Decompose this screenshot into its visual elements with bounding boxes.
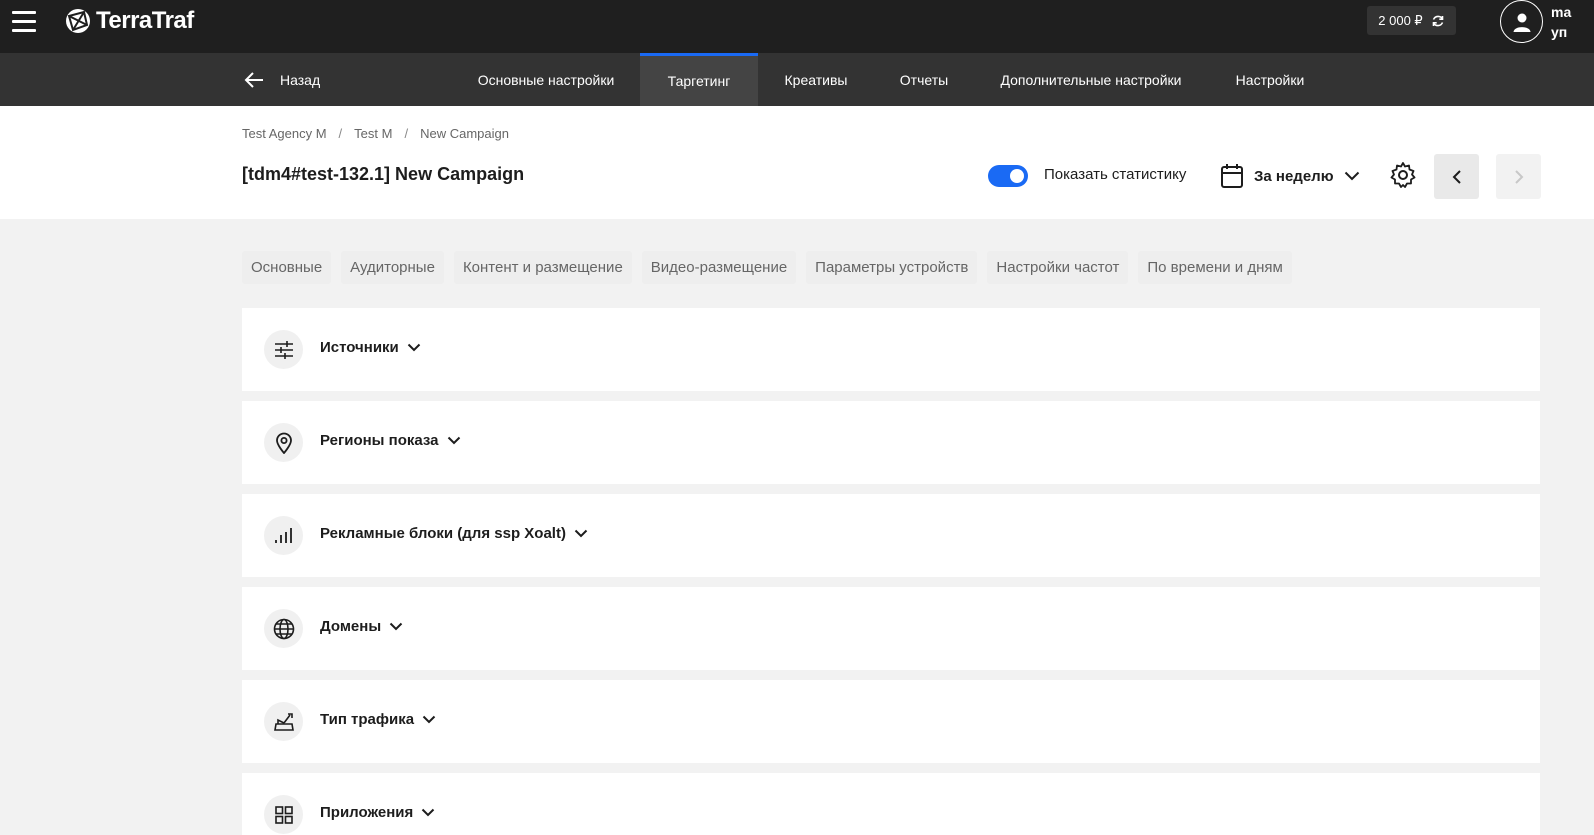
subtab-content-placement[interactable]: Контент и размещение [453,251,632,284]
map-pin-icon [264,423,303,462]
show-stats-label: Показать статистику [1044,166,1187,183]
section-apps[interactable]: Приложения [242,773,1540,835]
subtab-audience[interactable]: Аудиторные [341,251,444,284]
chevron-down-icon [389,622,403,631]
logo-text: TerraTraf [96,7,194,34]
section-traffic-type[interactable]: Тип трафика [242,680,1540,763]
tab-label: Дополнительные настройки [1000,71,1182,88]
subtab-device-params[interactable]: Параметры устройств [806,251,978,284]
chevron-down-icon [447,436,460,445]
back-button[interactable]: Назад [244,53,320,106]
section-title: Тип трафика [320,711,436,728]
menu-icon[interactable] [12,11,36,33]
targeting-subtabs: Основные Аудиторные Контент и размещение… [242,251,1292,284]
arrow-left-icon [244,71,263,88]
tab-creatives[interactable]: Креативы [776,53,856,106]
breadcrumb-item[interactable]: Test M [354,126,392,141]
logo[interactable]: TerraTraf [64,7,194,35]
tab-settings[interactable]: Настройки [1226,53,1314,106]
subtab-basic[interactable]: Основные [242,251,332,284]
user-name[interactable]: ma уп [1551,2,1571,42]
globe-icon [264,609,303,648]
chevron-down-icon [422,808,435,817]
section-title-text: Рекламные блоки (для ssp Xoalt) [320,525,566,542]
section-title-text: Тип трафика [320,711,415,728]
toggle-knob [1010,169,1024,183]
section-title-text: Домены [320,618,382,635]
top-bar: TerraTraf 2 000 ₽ ma уп [0,0,1594,53]
chevron-down-icon [407,343,420,352]
period-select[interactable]: За неделю [1220,161,1360,191]
campaign-header: Test Agency M / Test M / New Campaign [t… [0,106,1594,219]
section-title: Рекламные блоки (для ssp Xoalt) [320,525,588,542]
balance-value: 2 000 ₽ [1378,12,1423,28]
section-title: Домены [320,618,403,635]
tab-label: Креативы [784,71,848,88]
period-label: За неделю [1254,167,1334,185]
tab-label: Настройки [1235,71,1305,88]
grid-icon [264,795,303,834]
user-icon [1513,13,1530,32]
breadcrumb-separator: / [404,126,409,141]
bar-chart-icon [264,516,303,555]
traffic-icon [264,702,303,741]
next-button[interactable] [1496,154,1541,199]
section-title: Источники [320,339,421,356]
chevron-down-icon [422,715,436,724]
tab-main-settings[interactable]: Основные настройки [470,53,622,106]
chevron-left-icon [1452,169,1461,184]
show-stats-toggle[interactable] [988,165,1028,187]
subtab-video-placement[interactable]: Видео-размещение [641,251,797,284]
refresh-icon[interactable] [1431,14,1445,28]
tab-label: Таргетинг [667,73,731,89]
back-label: Назад [280,71,321,88]
chevron-down-icon [1344,171,1359,181]
section-domains[interactable]: Домены [242,587,1540,670]
section-title: Приложения [320,804,435,821]
tab-label: Отчеты [899,71,949,88]
user-name-line1: ma [1551,4,1572,20]
prev-button[interactable] [1434,154,1479,199]
section-sources[interactable]: Источники [242,308,1540,391]
sliders-icon [264,330,303,369]
section-title-text: Регионы показа [320,432,439,449]
breadcrumb-separator: / [338,126,343,141]
breadcrumb-item: New Campaign [420,126,509,141]
calendar-icon [1221,164,1243,188]
breadcrumb: Test Agency M / Test M / New Campaign [242,126,509,141]
page-title: [tdm4#test-132.1] New Campaign [242,164,525,184]
tab-label: Основные настройки [477,71,615,88]
balance-widget[interactable]: 2 000 ₽ [1367,6,1456,35]
gear-icon[interactable] [1389,161,1417,189]
globe-logo-icon [66,9,90,33]
user-name-line2: уп [1551,24,1568,40]
breadcrumb-item[interactable]: Test Agency M [242,126,327,141]
subtab-frequency[interactable]: Настройки частот [987,251,1129,284]
section-regions[interactable]: Регионы показа [242,401,1540,484]
avatar[interactable] [1500,0,1543,43]
section-title-text: Приложения [320,804,414,821]
chevron-down-icon [574,529,588,538]
section-title: Регионы показа [320,432,461,449]
subtab-time-days[interactable]: По времени и дням [1138,251,1292,284]
tab-targeting[interactable]: Таргетинг [640,53,758,106]
tab-additional-settings[interactable]: Дополнительные настройки [993,53,1189,106]
section-title-text: Источники [320,339,399,356]
campaign-nav: Назад Основные настройки Таргетинг Креат… [0,53,1594,106]
tab-reports[interactable]: Отчеты [890,53,958,106]
chevron-right-icon [1514,169,1523,184]
section-ad-blocks[interactable]: Рекламные блоки (для ssp Xoalt) [242,494,1540,577]
